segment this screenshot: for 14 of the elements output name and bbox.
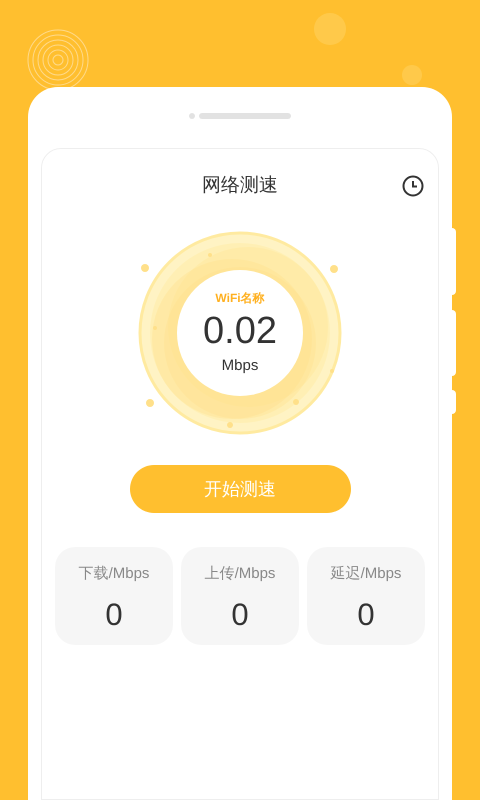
stat-label: 下载/Mbps (78, 564, 150, 584)
page-title: 网络测速 (202, 174, 278, 198)
stat-label: 延迟/Mbps (330, 564, 402, 584)
stat-value: 0 (105, 596, 123, 634)
network-name: WiFi名称 (215, 290, 265, 307)
background-bubble (314, 13, 346, 45)
speed-unit: Mbps (222, 356, 258, 376)
background-bubble (402, 65, 422, 85)
speed-value: 0.02 (203, 308, 277, 354)
stat-value: 0 (357, 596, 375, 634)
start-test-button[interactable]: 开始测速 (130, 465, 350, 513)
stat-value: 0 (231, 596, 249, 634)
history-clock-icon[interactable] (402, 175, 424, 197)
stat-label: 上传/Mbps (204, 564, 276, 584)
